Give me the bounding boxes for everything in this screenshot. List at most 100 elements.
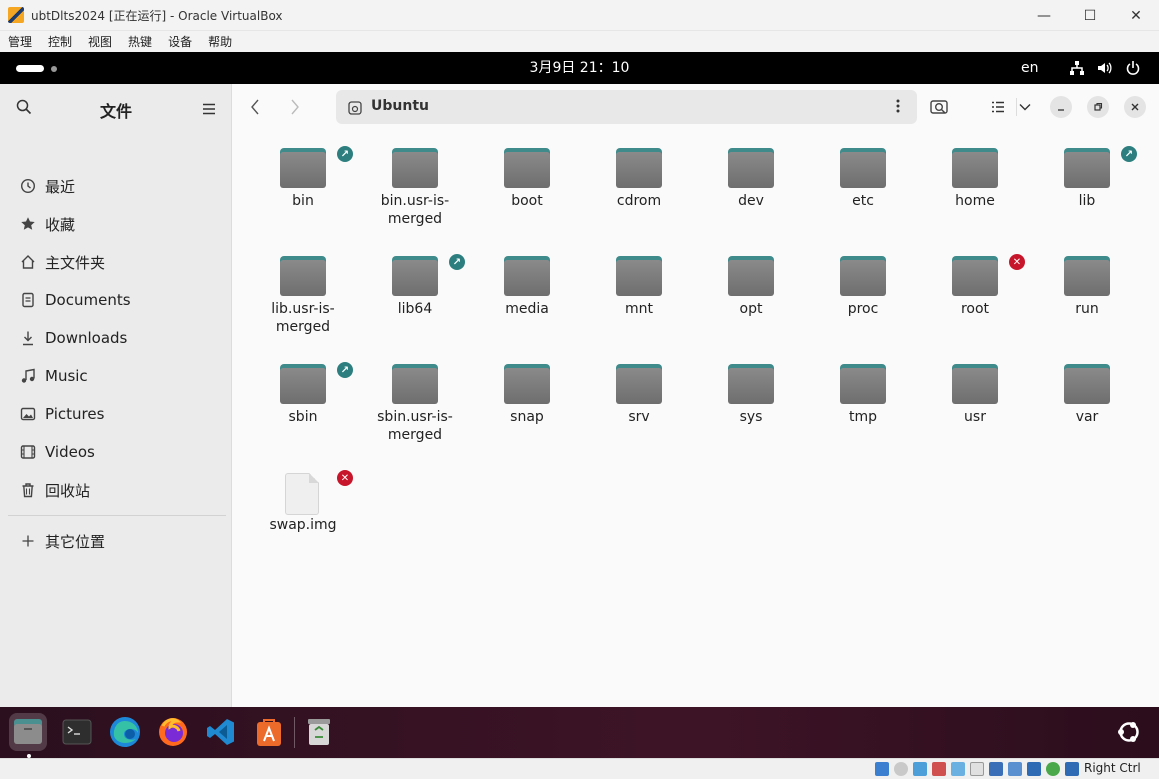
folder-item[interactable]: cdrom xyxy=(583,130,695,238)
virtualization-icon[interactable] xyxy=(1027,762,1041,776)
item-name: boot xyxy=(511,193,543,209)
sidebar-item-label: Videos xyxy=(45,443,95,461)
video-capture-icon[interactable] xyxy=(1008,762,1022,776)
no-access-badge-icon: ✕ xyxy=(337,470,353,486)
view-options-chevron-icon[interactable] xyxy=(1016,98,1032,116)
guest-additions-icon[interactable] xyxy=(1046,762,1060,776)
folder-item[interactable]: run xyxy=(1031,238,1143,346)
sidebar-item-music[interactable]: Music xyxy=(8,359,224,393)
item-name: var xyxy=(1075,409,1099,425)
folder-item[interactable]: proc xyxy=(807,238,919,346)
clock[interactable]: 3月9日 21：10 xyxy=(0,52,1159,84)
restore-window-button[interactable] xyxy=(1087,96,1109,118)
edge-app-icon[interactable] xyxy=(106,713,144,751)
menu-item-hotkey[interactable]: 热键 xyxy=(120,33,160,50)
network-adapter-icon[interactable] xyxy=(932,762,946,776)
item-name: media xyxy=(505,301,549,317)
network-icon[interactable] xyxy=(1069,60,1085,76)
folder-item[interactable]: ↗ lib64 xyxy=(359,238,471,346)
picture-icon xyxy=(20,406,36,422)
back-button[interactable] xyxy=(244,96,266,118)
folder-item[interactable]: srv xyxy=(583,346,695,454)
sidebar-item-recent[interactable]: 最近 xyxy=(8,169,224,203)
item-name: lib64 xyxy=(397,301,433,317)
location-menu-icon[interactable] xyxy=(896,99,900,117)
menu-item-manage[interactable]: 管理 xyxy=(0,33,40,50)
hamburger-menu-icon[interactable] xyxy=(202,100,216,119)
file-icon xyxy=(285,473,319,515)
folder-item[interactable]: snap xyxy=(471,346,583,454)
folder-item[interactable]: mnt xyxy=(583,238,695,346)
folder-icon xyxy=(728,364,774,404)
forward-button[interactable] xyxy=(284,96,306,118)
app-center-icon[interactable] xyxy=(250,713,288,751)
folder-item[interactable]: var xyxy=(1031,346,1143,454)
gnome-top-bar: 3月9日 21：10 en xyxy=(0,52,1159,84)
usb-icon[interactable] xyxy=(951,762,965,776)
display-icon[interactable] xyxy=(989,762,1003,776)
hard-disk-icon[interactable] xyxy=(875,762,889,776)
item-name: sbin.usr-is-merged xyxy=(377,409,453,443)
close-window-button[interactable] xyxy=(1124,96,1146,118)
folder-icon xyxy=(952,148,998,188)
folder-item[interactable]: boot xyxy=(471,130,583,238)
folder-item[interactable]: sbin.usr-is-merged xyxy=(359,346,471,454)
firefox-app-icon[interactable] xyxy=(154,713,192,751)
folder-item[interactable]: usr xyxy=(919,346,1031,454)
vscode-app-icon[interactable] xyxy=(202,713,240,751)
sidebar-item-label: 最近 xyxy=(45,177,76,196)
ubuntu-logo-icon[interactable] xyxy=(1110,713,1148,751)
folder-item[interactable]: home xyxy=(919,130,1031,238)
shared-folders-icon[interactable] xyxy=(970,762,984,776)
sidebar-item-videos[interactable]: Videos xyxy=(8,435,224,469)
maximize-button[interactable]: ☐ xyxy=(1067,0,1113,31)
folder-item[interactable]: lib.usr-is-merged xyxy=(247,238,359,346)
folder-icon xyxy=(840,364,886,404)
dock xyxy=(0,707,1159,758)
mouse-integration-icon[interactable] xyxy=(1065,762,1079,776)
vbox-title-bar: ubtDlts2024 [正在运行] - Oracle VirtualBox —… xyxy=(0,0,1159,31)
file-item[interactable]: ✕ swap.img xyxy=(247,454,359,562)
sidebar-item-starred[interactable]: 收藏 xyxy=(8,207,224,241)
trash-app-icon[interactable] xyxy=(300,713,338,751)
menu-item-help[interactable]: 帮助 xyxy=(200,33,240,50)
sidebar-item-documents[interactable]: Documents xyxy=(8,283,224,317)
folder-item[interactable]: media xyxy=(471,238,583,346)
sidebar-item-downloads[interactable]: Downloads xyxy=(8,321,224,355)
folder-item[interactable]: bin.usr-is-merged xyxy=(359,130,471,238)
power-icon[interactable] xyxy=(1125,60,1141,76)
folder-item[interactable]: dev xyxy=(695,130,807,238)
minimize-button[interactable]: — xyxy=(1021,0,1067,31)
volume-icon[interactable] xyxy=(1097,60,1113,76)
folder-icon xyxy=(728,148,774,188)
folder-item[interactable]: ✕ root xyxy=(919,238,1031,346)
close-button[interactable]: ✕ xyxy=(1113,0,1159,31)
activities-indicator[interactable] xyxy=(16,65,44,72)
folder-item[interactable]: ↗ bin xyxy=(247,130,359,238)
folder-icon xyxy=(728,256,774,296)
menu-item-control[interactable]: 控制 xyxy=(40,33,80,50)
audio-icon[interactable] xyxy=(913,762,927,776)
list-view-icon[interactable] xyxy=(990,99,1006,115)
sidebar-item-home[interactable]: 主文件夹 xyxy=(8,245,224,279)
sidebar-item-other-locations[interactable]: 其它位置 xyxy=(8,524,224,558)
terminal-app-icon[interactable] xyxy=(58,713,96,751)
folder-item[interactable]: ↗ sbin xyxy=(247,346,359,454)
menu-item-view[interactable]: 视图 xyxy=(80,33,120,50)
folder-item[interactable]: tmp xyxy=(807,346,919,454)
folder-item[interactable]: etc xyxy=(807,130,919,238)
sidebar-item-pictures[interactable]: Pictures xyxy=(8,397,224,431)
folder-item[interactable]: opt xyxy=(695,238,807,346)
folder-item[interactable]: ↗ lib xyxy=(1031,130,1143,238)
folder-item[interactable]: sys xyxy=(695,346,807,454)
search-files-icon[interactable] xyxy=(929,97,951,117)
input-language[interactable]: en xyxy=(1021,52,1039,84)
menu-item-devices[interactable]: 设备 xyxy=(160,33,200,50)
minimize-window-button[interactable] xyxy=(1050,96,1072,118)
files-app-icon[interactable] xyxy=(9,713,47,751)
folder-icon xyxy=(1064,148,1110,188)
location-bar[interactable]: Ubuntu xyxy=(336,90,917,124)
sidebar-item-trash[interactable]: 回收站 xyxy=(8,473,224,507)
workspace-dot[interactable] xyxy=(51,66,57,72)
optical-drive-icon[interactable] xyxy=(894,762,908,776)
